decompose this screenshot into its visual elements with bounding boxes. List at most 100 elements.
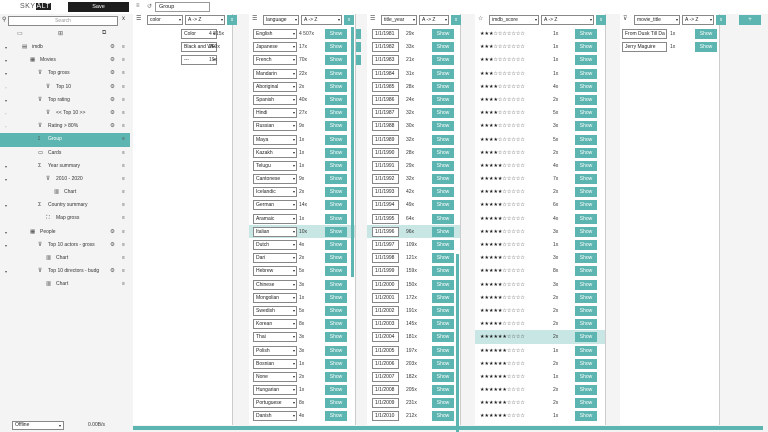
value-field[interactable]: Mongolian ▾: [253, 292, 297, 303]
show-button[interactable]: Show: [325, 411, 347, 422]
sort-select[interactable]: A -> Z ▾: [541, 15, 594, 25]
tree-item[interactable]: ◦ ⊽ << Top 10 >> ⚙ ≡: [0, 107, 130, 120]
expand-arrow-icon[interactable]: ◦: [5, 120, 6, 133]
menu-icon[interactable]: ≡: [122, 81, 125, 94]
value-field[interactable]: 1/1/2005: [372, 345, 399, 356]
value-field[interactable]: Swedish ▾: [253, 305, 297, 316]
expand-arrow-icon[interactable]: ▾: [5, 265, 7, 278]
sort-select[interactable]: A -> Z ▾: [682, 15, 714, 25]
value-field[interactable]: Cantonese ▾: [253, 174, 297, 185]
close-panel-button[interactable]: x: [344, 15, 354, 25]
show-button[interactable]: Show: [575, 42, 597, 53]
show-button[interactable]: Show: [325, 81, 347, 92]
expand-arrow-icon[interactable]: ◦: [5, 107, 6, 120]
show-button[interactable]: Show: [432, 174, 454, 185]
value-field[interactable]: 1/1/1993: [372, 187, 399, 198]
value-field[interactable]: 1/1/1991: [372, 160, 399, 171]
value-field[interactable]: 1/1/1994: [372, 200, 399, 211]
show-button[interactable]: Show: [325, 174, 347, 185]
show-button[interactable]: Show: [432, 266, 454, 277]
close-panel-button[interactable]: x: [227, 15, 237, 25]
value-field[interactable]: Polish ▾: [253, 345, 297, 356]
show-button[interactable]: Show: [575, 305, 597, 316]
value-field[interactable]: 1/1/1997: [372, 240, 399, 250]
value-field[interactable]: Chinese ▾: [253, 279, 297, 290]
show-button[interactable]: Show: [325, 385, 347, 396]
menu-icon[interactable]: ≡: [122, 54, 125, 67]
value-field[interactable]: Hebrew ▾: [253, 266, 297, 277]
show-button[interactable]: Show: [325, 345, 347, 356]
show-button[interactable]: Show: [325, 266, 347, 277]
tree-item[interactable]: ▾ Σ Year summary ≡: [0, 160, 130, 173]
close-panel-button[interactable]: x: [716, 15, 726, 25]
show-button[interactable]: Show: [575, 385, 597, 396]
value-field[interactable]: Italian ▾: [253, 226, 297, 237]
clear-search-icon[interactable]: x: [122, 16, 125, 22]
show-button[interactable]: Show: [575, 55, 597, 66]
tree-item[interactable]: ▾ ▤ imdb ⚙ ≡: [0, 41, 130, 54]
expand-arrow-icon[interactable]: ▾: [5, 94, 7, 107]
menu-icon[interactable]: ≡: [122, 173, 125, 186]
show-button[interactable]: Show: [575, 81, 597, 92]
sort-select[interactable]: A -> Z ▾: [301, 15, 342, 25]
show-button[interactable]: Show: [432, 68, 454, 79]
settings-icon[interactable]: ⚙: [110, 94, 115, 107]
show-button[interactable]: Show: [325, 94, 347, 105]
settings-icon[interactable]: ⚙: [110, 81, 115, 94]
value-field[interactable]: 1/1/1988: [372, 121, 399, 132]
show-button[interactable]: Show: [575, 398, 597, 409]
value-field[interactable]: 1/1/1984: [372, 68, 399, 79]
show-button[interactable]: Show: [325, 29, 347, 39]
show-button[interactable]: Show: [432, 371, 454, 382]
show-button[interactable]: Show: [575, 160, 597, 171]
tree-item[interactable]: ▾ ⊽ 2010 - 2020 ≡: [0, 173, 130, 186]
add-icon[interactable]: ⊞: [58, 30, 63, 37]
show-button[interactable]: Show: [432, 200, 454, 211]
show-button[interactable]: Show: [575, 174, 597, 185]
value-field[interactable]: 1/1/2008: [372, 385, 399, 396]
expand-arrow-icon[interactable]: ▾: [5, 67, 7, 80]
value-field[interactable]: Aboriginal ▾: [253, 81, 297, 92]
menu-icon[interactable]: ≡: [122, 199, 125, 212]
show-button[interactable]: Show: [432, 319, 454, 330]
menu-icon[interactable]: ≡: [122, 133, 125, 146]
show-button[interactable]: Show: [575, 94, 597, 105]
show-button[interactable]: Show: [325, 160, 347, 171]
show-button[interactable]: Show: [325, 147, 347, 158]
expand-arrow-icon[interactable]: ▾: [5, 41, 7, 54]
show-button[interactable]: Show: [575, 226, 597, 237]
expand-arrow-icon[interactable]: ▾: [5, 54, 7, 67]
value-field[interactable]: 1/1/1982: [372, 42, 399, 53]
value-field[interactable]: Hungarian ▾: [253, 385, 297, 396]
show-button[interactable]: Show: [575, 345, 597, 356]
close-panel-button[interactable]: x: [596, 15, 606, 25]
show-button[interactable]: Show: [325, 121, 347, 132]
show-button[interactable]: Show: [325, 332, 347, 343]
expand-arrow-icon[interactable]: ▾: [5, 199, 7, 212]
show-button[interactable]: Show: [325, 240, 347, 250]
show-button[interactable]: Show: [432, 226, 454, 237]
value-field[interactable]: 1/1/2006: [372, 358, 399, 369]
settings-icon[interactable]: ⚙: [110, 107, 115, 120]
show-button[interactable]: Show: [325, 371, 347, 382]
show-button[interactable]: Show: [432, 305, 454, 316]
value-field[interactable]: 1/1/1989: [372, 134, 399, 145]
show-button[interactable]: Show: [325, 279, 347, 290]
value-field[interactable]: 1/1/2000: [372, 279, 399, 290]
settings-icon[interactable]: ⚙: [110, 54, 115, 67]
show-button[interactable]: Show: [432, 240, 454, 250]
tree-item[interactable]: ▾ ⊽ Top gross ⚙ ≡: [0, 67, 130, 80]
settings-icon[interactable]: ⚙: [110, 226, 115, 239]
tree-item[interactable]: ◦ ⊽ Top 10 ⚙ ≡: [0, 81, 130, 94]
value-field[interactable]: 1/1/1996: [372, 226, 399, 237]
show-button[interactable]: Show: [575, 147, 597, 158]
vertical-scrollbar[interactable]: [351, 27, 354, 277]
value-field[interactable]: Japanese ▾: [253, 42, 297, 53]
show-button[interactable]: Show: [325, 68, 347, 79]
settings-icon[interactable]: ⚙: [110, 239, 115, 252]
show-button[interactable]: Show: [432, 385, 454, 396]
value-field[interactable]: Mandarin ▾: [253, 68, 297, 79]
field-select[interactable]: color ▾: [147, 15, 183, 25]
show-button[interactable]: Show: [575, 266, 597, 277]
show-button[interactable]: Show: [575, 134, 597, 145]
